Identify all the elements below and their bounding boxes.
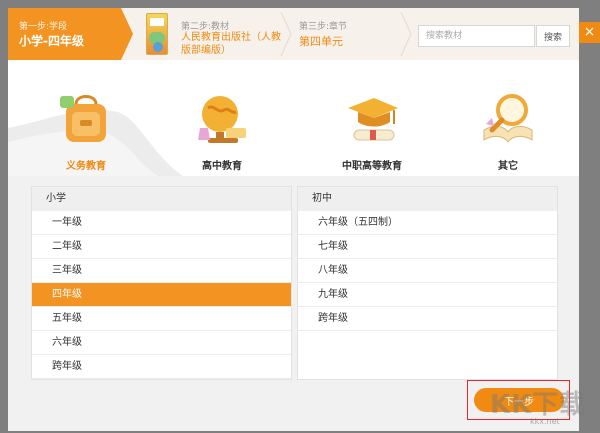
grade-item[interactable]: 八年级 <box>298 259 557 283</box>
primary-school-panel: 小学 一年级 二年级 三年级 四年级 五年级 六年级 跨年级 <box>31 186 292 380</box>
grade-item[interactable]: 三年级 <box>32 259 291 283</box>
panel-title: 初中 <box>298 187 557 211</box>
step-chapter-label: 第三步:章节 <box>299 22 348 32</box>
education-category-bar: 义务教育 高中教育 中职高等教育 其它 <box>8 60 579 176</box>
school-bag-icon <box>60 95 106 142</box>
category-label: 高中教育 <box>202 161 242 172</box>
watermark-text: KK下载 <box>490 390 587 420</box>
watermark: KK下载 kkx.net <box>490 384 598 430</box>
step-separator-icon <box>400 11 412 57</box>
category-tab-high-school[interactable]: 高中教育 <box>172 90 272 176</box>
grade-item[interactable]: 五年级 <box>32 307 291 331</box>
panel-title: 小学 <box>32 187 291 211</box>
step-separator-icon <box>280 11 292 57</box>
category-label: 其它 <box>498 161 518 172</box>
grade-item[interactable]: 二年级 <box>32 235 291 259</box>
grade-item[interactable]: 跨年级 <box>298 307 557 331</box>
grade-item[interactable]: 六年级（五四制） <box>298 211 557 235</box>
grade-item[interactable]: 跨年级 <box>32 355 291 379</box>
watermark-url: kkx.net <box>530 417 560 426</box>
close-icon[interactable]: × <box>579 22 600 43</box>
step-stage-label: 第一步:学段 <box>19 22 68 32</box>
graduation-cap-icon <box>348 98 398 141</box>
middle-school-panel: 初中 六年级（五四制） 七年级 八年级 九年级 跨年级 <box>297 186 558 380</box>
select-textbook-dialog: 第一步:学段 小学-四年级 第二步:教材 人民教育出版社（人教版部编版） 第三步… <box>8 8 600 431</box>
category-tab-other[interactable]: 其它 <box>458 90 558 176</box>
search-textbook-input[interactable] <box>418 25 535 47</box>
grade-item[interactable]: 一年级 <box>32 211 291 235</box>
category-tab-compulsory[interactable]: 义务教育 <box>36 90 136 176</box>
grade-item[interactable]: 七年级 <box>298 235 557 259</box>
grade-item[interactable]: 九年级 <box>298 283 557 307</box>
category-tab-vocational[interactable]: 中职高等教育 <box>322 90 422 176</box>
grade-item-selected[interactable]: 四年级 <box>32 283 291 307</box>
step-stage-value: 小学-四年级 <box>19 34 84 48</box>
textbook-cover-icon <box>146 13 168 55</box>
search-button[interactable]: 搜索 <box>536 25 570 47</box>
globe-microscope-icon <box>198 96 246 143</box>
category-label: 义务教育 <box>66 161 106 172</box>
magnifier-book-icon <box>483 94 533 143</box>
grade-item[interactable]: 六年级 <box>32 331 291 355</box>
category-label: 中职高等教育 <box>342 161 402 172</box>
step-stage[interactable]: 第一步:学段 小学-四年级 <box>8 8 133 60</box>
step-header: 第一步:学段 小学-四年级 第二步:教材 人民教育出版社（人教版部编版） 第三步… <box>8 8 579 60</box>
step-textbook-value: 人民教育出版社（人教版部编版） <box>181 32 281 56</box>
step-chapter-value: 第四单元 <box>299 35 343 48</box>
